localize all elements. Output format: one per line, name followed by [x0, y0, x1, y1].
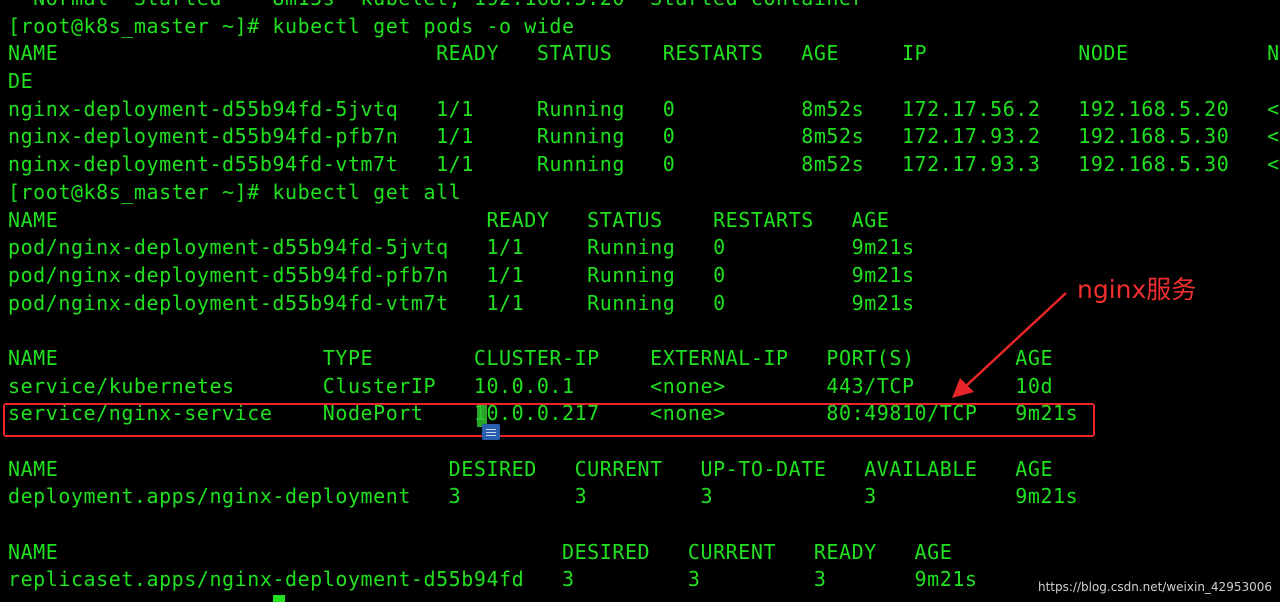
terminal-window[interactable]: Normal Started 8m15s kubelet, 192.168.5.…: [0, 0, 1280, 602]
terminal-line: NAME DESIRED CURRENT READY AGE: [8, 539, 953, 564]
terminal-line: pod/nginx-deployment-d55b94fd-5jvtq 1/1 …: [8, 235, 915, 260]
terminal-line: [root@k8s_master ~]# kubectl get all: [8, 179, 462, 204]
terminal-cursor: [273, 595, 285, 602]
terminal-line: service/kubernetes ClusterIP 10.0.0.1 <n…: [8, 373, 1054, 398]
terminal-line: nginx-deployment-d55b94fd-5jvtq 1/1 Runn…: [8, 96, 1280, 121]
terminal-line: [root@k8s_master ~]# kubectl get pods -o…: [8, 13, 575, 38]
terminal-line: NAME TYPE CLUSTER-IP EXTERNAL-IP PORT(S)…: [8, 345, 1054, 370]
terminal-line: NAME READY STATUS RESTARTS AGE: [8, 207, 890, 232]
terminal-line: Normal Started 8m15s kubelet, 192.168.5.…: [8, 0, 1280, 13]
terminal-line: DE: [8, 69, 34, 94]
terminal-line: nginx-deployment-d55b94fd-pfb7n 1/1 Runn…: [8, 124, 1280, 149]
terminal-line: NAME READY STATUS RESTARTS AGE IP NODE N…: [8, 41, 1280, 66]
terminal-line: deployment.apps/nginx-deployment 3 3 3 3…: [8, 484, 1079, 509]
nginx-service-highlight-box: [3, 403, 1095, 437]
document-icon: [482, 424, 500, 440]
watermark: https://blog.csdn.net/weixin_42953006: [1037, 580, 1272, 594]
annotation-label: nginx服务: [1077, 275, 1197, 304]
terminal-line: nginx-deployment-d55b94fd-vtm7t 1/1 Runn…: [8, 152, 1280, 177]
terminal-line: NAME DESIRED CURRENT UP-TO-DATE AVAILABL…: [8, 456, 1054, 481]
